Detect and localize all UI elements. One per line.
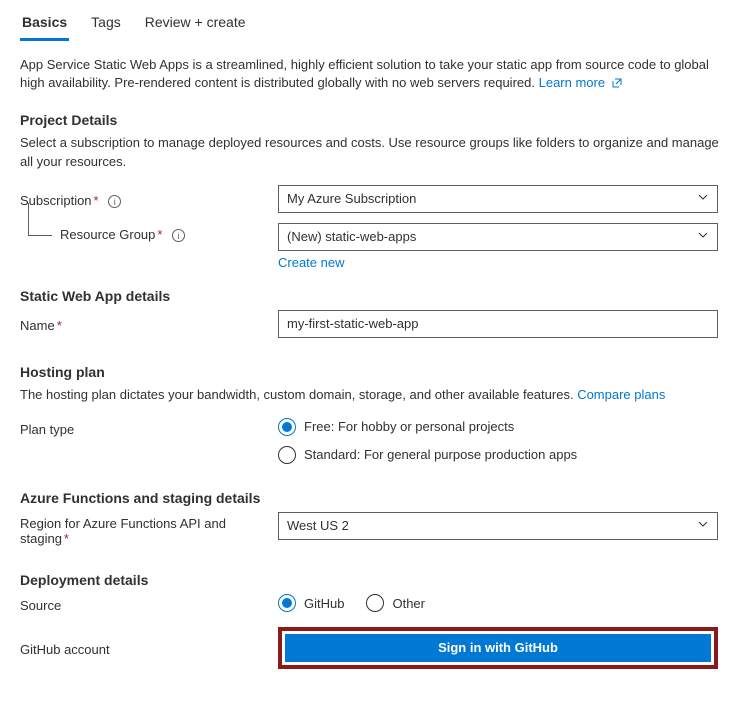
region-select[interactable]: West US 2 bbox=[278, 512, 718, 540]
swa-details-heading: Static Web App details bbox=[20, 288, 734, 304]
radio-icon bbox=[278, 446, 296, 464]
highlight-annotation: Sign in with GitHub bbox=[278, 627, 718, 669]
resource-group-select[interactable]: (New) static-web-apps bbox=[278, 223, 718, 251]
info-icon[interactable]: i bbox=[172, 229, 185, 242]
plan-standard-option[interactable]: Standard: For general purpose production… bbox=[278, 446, 718, 464]
project-details-desc: Select a subscription to manage deployed… bbox=[20, 134, 734, 170]
name-input[interactable]: my-first-static-web-app bbox=[278, 310, 718, 338]
subscription-label: Subscription* i bbox=[20, 189, 278, 208]
plan-free-option[interactable]: Free: For hobby or personal projects bbox=[278, 418, 718, 436]
source-github-label: GitHub bbox=[304, 596, 344, 611]
create-new-link[interactable]: Create new bbox=[278, 255, 718, 270]
name-label-text: Name bbox=[20, 318, 55, 333]
tabs-bar: Basics Tags Review + create bbox=[20, 0, 734, 42]
plan-standard-label: Standard: For general purpose production… bbox=[304, 447, 577, 462]
source-group: GitHub Other bbox=[278, 594, 718, 612]
hosting-desc-text: The hosting plan dictates your bandwidth… bbox=[20, 387, 574, 402]
radio-icon bbox=[278, 594, 296, 612]
region-label-text: Region for Azure Functions API and stagi… bbox=[20, 516, 226, 546]
learn-more-label: Learn more bbox=[539, 75, 605, 90]
hosting-plan-heading: Hosting plan bbox=[20, 364, 734, 380]
info-icon[interactable]: i bbox=[108, 195, 121, 208]
subscription-label-text: Subscription bbox=[20, 193, 92, 208]
chevron-down-icon bbox=[697, 229, 709, 244]
region-label: Region for Azure Functions API and stagi… bbox=[20, 512, 278, 546]
rg-label-text: Resource Group bbox=[60, 227, 155, 242]
radio-icon bbox=[278, 418, 296, 436]
learn-more-link[interactable]: Learn more bbox=[539, 75, 623, 90]
compare-plans-link[interactable]: Compare plans bbox=[577, 387, 665, 402]
chevron-down-icon bbox=[697, 518, 709, 533]
name-value: my-first-static-web-app bbox=[287, 316, 418, 331]
functions-heading: Azure Functions and staging details bbox=[20, 490, 734, 506]
region-value: West US 2 bbox=[287, 518, 349, 533]
source-label: Source bbox=[20, 594, 278, 613]
plan-type-label: Plan type bbox=[20, 418, 278, 437]
tab-review-create[interactable]: Review + create bbox=[143, 8, 248, 41]
tab-basics[interactable]: Basics bbox=[20, 8, 69, 41]
plan-free-label: Free: For hobby or personal projects bbox=[304, 419, 514, 434]
source-other-option[interactable]: Other bbox=[366, 594, 425, 612]
plan-type-group: Free: For hobby or personal projects Sta… bbox=[278, 418, 718, 464]
deployment-heading: Deployment details bbox=[20, 572, 734, 588]
required-marker: * bbox=[57, 318, 62, 333]
subscription-value: My Azure Subscription bbox=[287, 191, 416, 206]
intro-text: App Service Static Web Apps is a streaml… bbox=[20, 56, 734, 94]
chevron-down-icon bbox=[697, 191, 709, 206]
github-account-label: GitHub account bbox=[20, 638, 278, 657]
name-label: Name* bbox=[20, 314, 278, 333]
source-other-label: Other bbox=[392, 596, 425, 611]
hosting-plan-desc: The hosting plan dictates your bandwidth… bbox=[20, 386, 734, 404]
project-details-heading: Project Details bbox=[20, 112, 734, 128]
resource-group-label: Resource Group* i bbox=[20, 223, 278, 242]
sign-in-github-button[interactable]: Sign in with GitHub bbox=[285, 634, 711, 662]
source-github-option[interactable]: GitHub bbox=[278, 594, 344, 612]
required-marker: * bbox=[64, 531, 69, 546]
required-marker: * bbox=[94, 193, 99, 208]
rg-value: (New) static-web-apps bbox=[287, 229, 416, 244]
subscription-select[interactable]: My Azure Subscription bbox=[278, 185, 718, 213]
required-marker: * bbox=[157, 227, 162, 242]
radio-icon bbox=[366, 594, 384, 612]
external-link-icon bbox=[611, 76, 623, 94]
tab-tags[interactable]: Tags bbox=[89, 8, 123, 41]
